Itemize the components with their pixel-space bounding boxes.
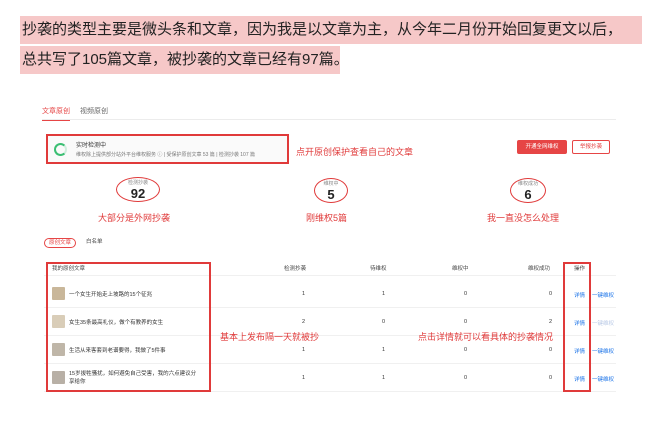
cell-in-progress: 0 xyxy=(464,347,468,353)
stat-detected: 检测抄袭 92 xyxy=(114,179,162,201)
intro-line-1: 抄袭的类型主要是微头条和文章，因为我是以文章为主，从今年二月份开始回复更文以后， xyxy=(20,16,642,44)
filter-whitelist[interactable]: 白名单 xyxy=(82,238,107,248)
monitoring-status-icon xyxy=(54,143,67,156)
annotation-box-actions xyxy=(563,262,591,392)
header-in-progress: 维权中 xyxy=(452,266,469,272)
monitor-desc: 维权除上提供部分站外平台维权服务 ⓘ | 受保护原创文章 53 篇 | 检测抄袭… xyxy=(76,152,256,158)
tab-video-original[interactable]: 视频原创 xyxy=(80,106,108,116)
cell-detected: 1 xyxy=(302,347,306,353)
cell-pending: 1 xyxy=(382,375,386,381)
stat-success-caption: 维权成功 xyxy=(517,181,538,187)
annotation-stat3: 我一直没怎么处理 xyxy=(487,213,560,223)
one-click-protect-link[interactable]: 一键维权 xyxy=(592,319,614,327)
header-success: 维权成功 xyxy=(528,266,551,272)
report-plagiarism-button[interactable]: 举报抄袭 xyxy=(572,140,610,154)
stat-detected-caption: 检测抄袭 xyxy=(127,180,148,186)
cell-in-progress: 0 xyxy=(464,291,468,297)
monitor-panel: 实时检测中 维权除上提供部分站外平台维权服务 ⓘ | 受保护原创文章 53 篇 … xyxy=(46,134,289,164)
annotation-stat1: 大部分是外网抄袭 xyxy=(98,213,171,223)
stat-in-progress: 维权中 5 xyxy=(311,180,351,202)
annotation-stat2: 刚维权5篇 xyxy=(306,213,348,223)
one-click-protect-link[interactable]: 一键维权 xyxy=(592,291,614,299)
stat-success-value: 6 xyxy=(524,187,532,202)
filter-original-articles[interactable]: 原创文章 xyxy=(44,238,77,248)
header-detected: 检测抄袭 xyxy=(284,266,307,272)
monitor-title: 实时检测中 xyxy=(76,143,107,149)
stat-in-progress-caption: 维权中 xyxy=(323,181,339,187)
cell-success: 0 xyxy=(549,291,553,297)
header-pending: 待维权 xyxy=(370,266,387,272)
cell-in-progress: 0 xyxy=(464,375,468,381)
content-tabs: 文章原创 视频原创 xyxy=(42,106,616,121)
cell-in-progress: 0 xyxy=(464,319,468,325)
annotation-table-mid: 基本上发布隔一天就被抄 xyxy=(220,332,320,342)
tab-article-original[interactable]: 文章原创 xyxy=(42,106,70,121)
stat-success: 维权成功 6 xyxy=(508,180,548,202)
enable-full-protection-button[interactable]: 开通全网维权 xyxy=(517,140,567,154)
cell-detected: 2 xyxy=(302,319,306,325)
cell-success: 0 xyxy=(549,347,553,353)
cell-detected: 1 xyxy=(302,375,306,381)
cell-pending: 1 xyxy=(382,347,386,353)
cell-pending: 1 xyxy=(382,291,386,297)
cell-success: 0 xyxy=(549,375,553,381)
cell-pending: 0 xyxy=(382,319,386,325)
stat-detected-value: 92 xyxy=(130,186,146,201)
cell-detected: 1 xyxy=(302,291,306,297)
cell-success: 2 xyxy=(549,319,553,325)
one-click-protect-link[interactable]: 一键维权 xyxy=(592,347,614,355)
annotation-top-right: 点开原创保护查看自己的文章 xyxy=(296,147,414,157)
annotation-table-right: 点击详情就可以看具体的抄袭情况 xyxy=(418,332,554,342)
intro-line-2: 总共写了105篇文章，被抄袭的文章已经有97篇。 xyxy=(20,46,349,74)
annotation-box-articles xyxy=(46,262,211,392)
stat-in-progress-value: 5 xyxy=(327,187,335,202)
one-click-protect-link[interactable]: 一键维权 xyxy=(592,375,614,383)
